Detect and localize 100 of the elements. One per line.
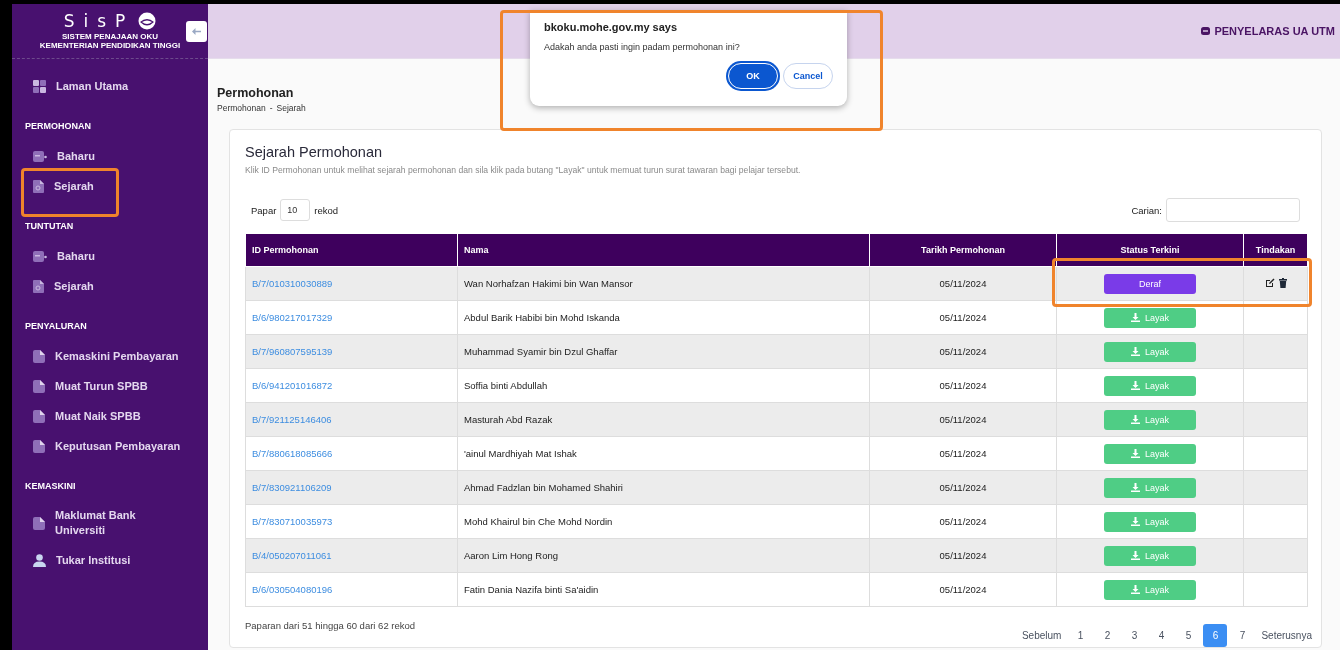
table-cell: 05/11/2024 [869, 504, 1057, 539]
show-suffix: rekod [314, 204, 339, 216]
table-cell: Muhammad Syamir bin Dzul Ghaffar [457, 334, 870, 369]
user-badge-icon [1201, 27, 1211, 35]
logo-subtitle: SISTEM PENAJAAN OKU [61, 32, 159, 41]
edit-button[interactable] [1264, 277, 1275, 288]
file-icon [33, 439, 45, 453]
download-icon [1131, 415, 1140, 424]
table-cell: 'ainul Mardhiyah Mat Ishak [457, 436, 870, 471]
table-cell: 05/11/2024 [869, 300, 1057, 335]
grid-icon [33, 79, 46, 93]
table-cell: 05/11/2024 [869, 538, 1057, 573]
dialog-title: bkoku.mohe.gov.my says [544, 21, 679, 33]
sidebar-item[interactable]: Sejarah [25, 171, 94, 201]
user-role-label: PENYELARAS UA UTM [1214, 25, 1335, 37]
pagination-button[interactable]: 6 [1203, 624, 1228, 647]
card-description: Klik ID Permohonan untuk melihat sejarah permohonan dan sila klik pada butang "Layak" untuk memuat turun surat tawaran bagi pelajar tersebut. [245, 165, 802, 175]
card-title: Sejarah Permohonan [245, 144, 384, 160]
draft-status-button[interactable]: Deraf [1104, 273, 1196, 294]
pagination-button[interactable]: Seterusnya [1257, 624, 1316, 647]
table-cell: Fatin Dania Nazifa binti Sa'aidin [457, 572, 870, 607]
application-id-link[interactable]: B/7/830710035973 [252, 516, 333, 527]
pagination-button[interactable]: 3 [1122, 624, 1147, 647]
download-icon [1131, 381, 1140, 390]
file-icon [33, 516, 45, 530]
arrow-left-icon [192, 27, 201, 35]
table-cell: Aaron Lim Hong Rong [457, 538, 870, 573]
pagination-button[interactable]: 2 [1095, 624, 1120, 647]
application-id-link[interactable]: B/6/980217017329 [252, 312, 333, 323]
table-cell: 05/11/2024 [869, 572, 1057, 607]
delete-button[interactable] [1278, 277, 1287, 288]
sidebar-item[interactable]: Muat Naik SPBB [25, 401, 141, 431]
file-icon [33, 349, 45, 363]
document-search-icon [33, 179, 44, 193]
table-cell: 05/11/2024 [869, 436, 1057, 471]
download-icon [1131, 517, 1140, 526]
column-header: Status Terkini [1056, 233, 1244, 267]
table-cell: 05/11/2024 [869, 402, 1057, 437]
table-cell: 05/11/2024 [869, 334, 1057, 369]
breadcrumb-separator: - [269, 103, 273, 113]
section-heading: PENYALURAN [25, 320, 87, 333]
table-cell: Masturah Abd Razak [457, 402, 870, 437]
sidebar-item[interactable]: Tukar Institusi [25, 545, 131, 575]
download-icon [1131, 347, 1140, 356]
edit-icon [1264, 277, 1275, 288]
table-cell: Wan Norhafzan Hakimi bin Wan Mansor [457, 266, 870, 301]
table-cell: 05/11/2024 [869, 368, 1057, 403]
person-icon [33, 553, 46, 567]
download-icon [1131, 585, 1140, 594]
folder-icon [33, 250, 47, 262]
pagination-button[interactable]: 5 [1176, 624, 1201, 647]
table-cell: Abdul Barik Habibi bin Mohd Iskanda [457, 300, 870, 335]
folder-icon [33, 150, 47, 162]
breadcrumb-item: Sejarah [276, 103, 306, 113]
sidebar-item[interactable]: Sejarah [25, 271, 94, 301]
column-header: Tarikh Permohonan [869, 233, 1057, 267]
trash-icon [1278, 277, 1287, 288]
show-label: Papar [251, 204, 277, 216]
cancel-button[interactable]: Cancel [783, 63, 833, 89]
sidebar-item[interactable]: Baharu [25, 241, 95, 271]
breadcrumb-item: Permohonan [217, 103, 266, 113]
table-cell: 05/11/2024 [869, 266, 1057, 301]
column-header: ID Permohonan [245, 233, 458, 267]
download-icon [1131, 551, 1140, 560]
pagination-button[interactable]: 4 [1149, 624, 1174, 647]
download-icon [1131, 449, 1140, 458]
application-id-link[interactable]: B/6/941201016872 [252, 380, 333, 391]
pagination-button[interactable]: Sebelum [1017, 624, 1066, 647]
pagination-button[interactable]: 7 [1230, 624, 1255, 647]
pagination-button[interactable]: 1 [1068, 624, 1093, 647]
dialog-message: Adakah anda pasti ingin padam permohonan ini? [544, 42, 741, 52]
table-cell: Ahmad Fadzlan bin Mohamed Shahiri [457, 470, 870, 505]
sidebar-item[interactable]: Maklumat Bank Universiti [25, 501, 187, 545]
page-size-select[interactable]: 10 [280, 199, 311, 221]
records-summary: Paparan dari 51 hingga 60 dari 62 rekod [245, 619, 416, 631]
search-field[interactable] [1166, 198, 1300, 222]
table-cell: Soffia binti Abdullah [457, 368, 870, 403]
column-header: Nama [457, 233, 870, 267]
section-heading: KEMASKINI [25, 480, 76, 493]
column-header: Tindakan [1243, 233, 1308, 267]
download-icon [1131, 483, 1140, 492]
ok-button[interactable]: OK [728, 63, 778, 89]
sidebar-item[interactable]: Baharu [25, 141, 95, 171]
document-search-icon [33, 279, 44, 293]
file-icon [33, 409, 45, 423]
table-cell: Mohd Khairul bin Che Mohd Nordin [457, 504, 870, 539]
search-label: Carian: [1131, 204, 1162, 216]
section-heading: PERMOHONAN [25, 120, 91, 133]
sidebar-item[interactable]: Laman Utama [25, 71, 129, 101]
table-cell: 05/11/2024 [869, 470, 1057, 505]
sidebar-item[interactable]: Kemaskini Pembayaran [25, 341, 179, 371]
application-id-link[interactable]: B/6/030504080196 [252, 584, 333, 595]
page-title: Permohonan [217, 86, 295, 100]
collapse-sidebar-button[interactable] [186, 20, 207, 42]
sidebar-item[interactable]: Keputusan Pembayaran [25, 431, 181, 461]
logo-subtitle: KEMENTERIAN PENDIDIKAN TINGGI [39, 41, 181, 50]
section-heading: TUNTUTAN [25, 220, 74, 233]
application-id-link[interactable]: B/7/880618085666 [252, 448, 333, 459]
sidebar-item[interactable]: Muat Turun SPBB [25, 371, 148, 401]
logo-title: SisP [63, 12, 135, 30]
